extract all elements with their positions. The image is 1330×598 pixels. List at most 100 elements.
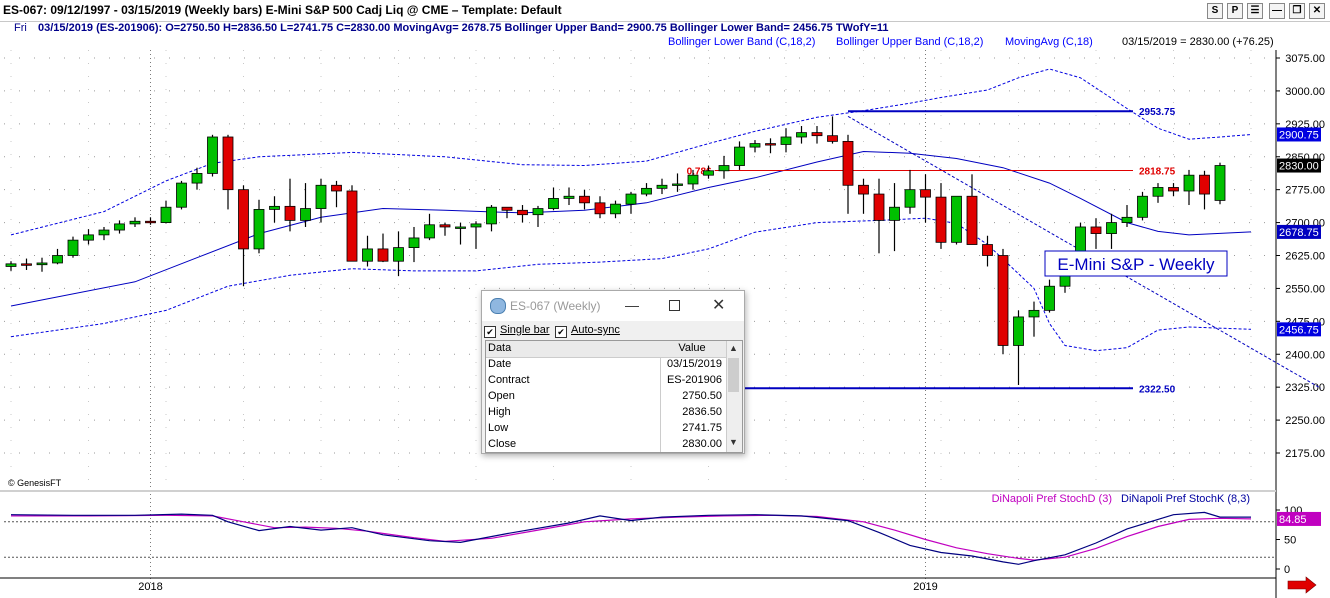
candle-body: [548, 198, 559, 209]
candle: [284, 178, 296, 232]
stochK-legend: DiNapoli Pref StochK (8,3): [1121, 493, 1250, 505]
candle-body: [780, 136, 792, 145]
single-bar-label: Single bar: [500, 324, 550, 336]
candle-body: [284, 205, 296, 221]
checkmark-icon: ✔: [484, 326, 496, 338]
candle: [982, 235, 993, 267]
scroll-up-icon[interactable]: ▲: [729, 343, 738, 353]
minimize-icon[interactable]: —: [625, 297, 639, 313]
candle-body: [873, 193, 885, 221]
data-table[interactable]: Data Value Date 03/15/2019 Contract ES-201…: [485, 340, 743, 453]
maximize-icon[interactable]: [669, 300, 680, 311]
candle-body: [114, 223, 125, 231]
watermark: © GenesisFT: [8, 478, 62, 488]
candle-body: [191, 173, 203, 184]
candle: [315, 178, 327, 223]
candle: [300, 183, 311, 227]
candle: [114, 220, 125, 234]
y-tick-label: 2325.00: [1285, 382, 1325, 394]
row-label: Close: [488, 438, 517, 450]
candle: [5, 261, 17, 271]
table-row[interactable]: Close 2830.00: [486, 437, 726, 452]
single-bar-checkbox[interactable]: ✔ Single bar: [484, 324, 550, 338]
candle-body: [982, 244, 993, 256]
row-value: 2830.00: [682, 438, 722, 450]
candle-body: [1013, 316, 1024, 346]
minimize-button[interactable]: —: [1269, 3, 1285, 19]
data-column-header: Data: [488, 342, 512, 354]
candle: [377, 233, 389, 263]
candle: [734, 141, 745, 170]
menu-icon[interactable]: ☰: [1247, 3, 1263, 19]
candle-body: [935, 196, 947, 243]
table-row[interactable]: Contract ES-201906: [486, 373, 726, 389]
candle: [98, 226, 110, 241]
candle-body: [718, 165, 730, 172]
candle-body: [594, 202, 606, 215]
candle: [1183, 169, 1195, 206]
y-tick-label: 3075.00: [1285, 53, 1325, 65]
y-tick-label: 3000.00: [1285, 86, 1325, 98]
candle: [625, 191, 637, 214]
stochD-legend: DiNapoli Pref StochD (3): [992, 493, 1112, 505]
candle: [858, 178, 869, 214]
data-window[interactable]: ES-067 (Weekly) — ✕ ✔ Single bar ✔ Auto-sy…: [481, 290, 745, 454]
close-button[interactable]: ✕: [1309, 3, 1325, 19]
candle: [1199, 170, 1210, 210]
bar-info-bar: Fri 03/15/2019 (ES-201906): O=2750.50 H=…: [0, 21, 1330, 36]
table-row[interactable]: Low 2741.75: [486, 421, 726, 437]
y-tick-label: 2250.00: [1285, 415, 1325, 427]
level-label: 2953.75: [1139, 107, 1176, 118]
candle: [439, 222, 451, 236]
candle: [331, 180, 342, 208]
table-row[interactable]: High 2836.50: [486, 405, 726, 421]
candle-body: [641, 187, 652, 195]
data-window-header[interactable]: ES-067 (Weekly) — ✕: [482, 291, 744, 321]
candle-body: [439, 224, 451, 228]
candle: [532, 205, 544, 227]
candle: [67, 236, 79, 258]
y-tick-label: 2625.00: [1285, 251, 1325, 263]
candle-body: [408, 237, 420, 248]
candle-body: [486, 206, 497, 225]
moving-avg-legend: MovingAvg (C,18): [1005, 36, 1093, 48]
table-row[interactable]: Date 03/15/2019: [486, 357, 726, 373]
candle-body: [238, 189, 249, 250]
row-value: 2750.50: [682, 390, 722, 402]
close-icon[interactable]: ✕: [712, 295, 725, 315]
candle: [486, 205, 497, 232]
y-tick-label: 2550.00: [1285, 283, 1325, 295]
candle-body: [315, 184, 327, 209]
candle: [160, 200, 172, 224]
candle: [269, 196, 280, 223]
table-row[interactable]: Open 2750.50: [486, 389, 726, 405]
scroll-right-arrow-icon[interactable]: [1287, 576, 1317, 594]
osc-last-tag: 84.85: [1279, 514, 1307, 526]
candle: [579, 189, 590, 210]
x-tick-label: 2018: [138, 581, 162, 593]
candle: [873, 178, 885, 254]
data-window-icon: [490, 298, 506, 314]
s-button[interactable]: S: [1207, 3, 1223, 19]
chart-title: E-Mini S&P - Weekly: [1057, 255, 1215, 274]
candle-body: [1199, 174, 1210, 195]
candle: [610, 200, 621, 219]
scrollbar-thumb[interactable]: [728, 358, 739, 392]
p-button[interactable]: P: [1227, 3, 1243, 19]
candle: [827, 116, 838, 144]
candle-body: [176, 182, 187, 208]
scroll-down-icon[interactable]: ▼: [729, 437, 738, 447]
candle: [191, 167, 203, 190]
candle-body: [362, 248, 373, 262]
level-label: 2818.75: [1139, 166, 1176, 177]
candle: [129, 217, 141, 227]
candle-body: [455, 226, 466, 229]
candle-body: [997, 255, 1009, 346]
candle-body: [517, 209, 528, 216]
maximize-button[interactable]: ❐: [1289, 3, 1305, 19]
candle-body: [734, 146, 745, 166]
candle-body: [1121, 216, 1133, 223]
candle-body: [672, 183, 683, 186]
auto-sync-checkbox[interactable]: ✔ Auto-sync: [555, 324, 620, 338]
candle: [594, 196, 606, 219]
